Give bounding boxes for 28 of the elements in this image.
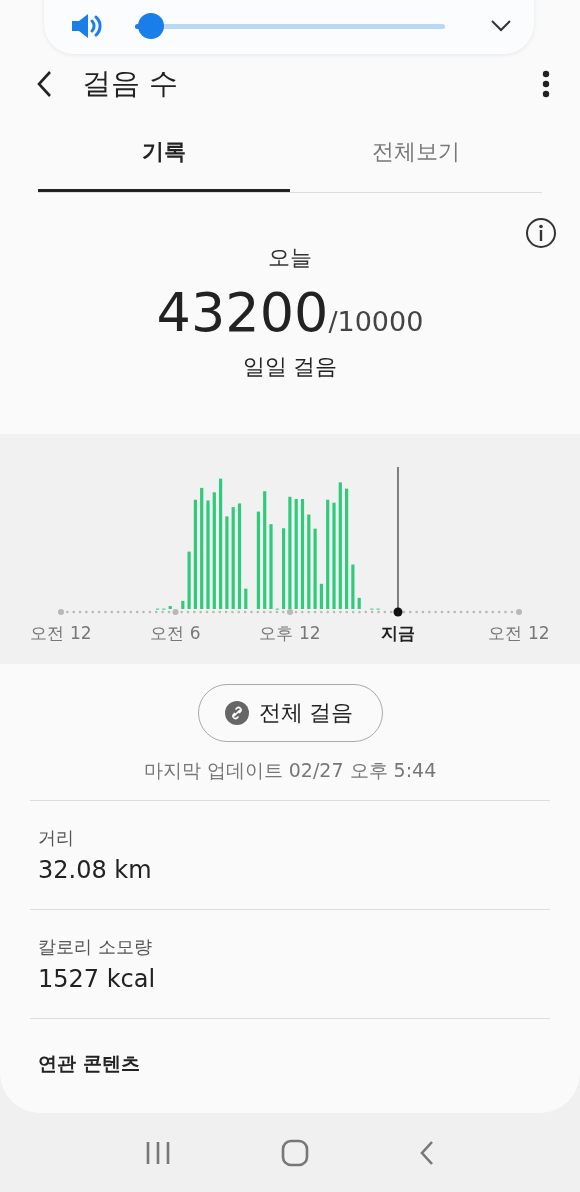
stat-label: 칼로리 소모량 bbox=[38, 935, 153, 959]
time-label: 오후 12 bbox=[259, 622, 321, 645]
time-label: 오전 6 bbox=[150, 622, 201, 645]
daily-steps-caption: 일일 걸음 bbox=[242, 353, 338, 381]
step-goal: /10000 bbox=[328, 306, 424, 337]
info-icon[interactable] bbox=[525, 217, 557, 249]
now-label: 지금 bbox=[381, 622, 415, 645]
step-count: 43200 bbox=[156, 281, 329, 344]
section-heading: 연관 콘텐츠 bbox=[38, 1052, 140, 1074]
time-label: 오전 12 bbox=[30, 622, 92, 645]
screen-title: 걸음 수 bbox=[82, 65, 180, 102]
time-label: 오전 12 bbox=[488, 622, 550, 645]
tab[interactable]: 기록 bbox=[38, 114, 290, 192]
stat-value: 32.08 km bbox=[38, 856, 153, 884]
speaker-icon[interactable] bbox=[70, 12, 104, 40]
back-icon[interactable] bbox=[36, 70, 52, 98]
stat-value: 1527 kcal bbox=[38, 965, 157, 993]
today-label: 오늘 bbox=[268, 244, 312, 272]
recent-apps-icon[interactable] bbox=[145, 1140, 171, 1165]
more-icon[interactable] bbox=[542, 70, 550, 98]
all-steps-button[interactable]: 전체 걸음 bbox=[197, 684, 383, 742]
tab[interactable]: 전체보기 bbox=[290, 114, 542, 192]
chevron-down-icon[interactable] bbox=[490, 19, 512, 33]
last-update-text: 마지막 업데이트 02/27 오후 5:44 bbox=[142, 758, 438, 783]
volume-thumb[interactable] bbox=[137, 13, 164, 39]
link-icon bbox=[224, 701, 249, 725]
home-icon[interactable] bbox=[281, 1138, 309, 1167]
stat-label: 거리 bbox=[38, 826, 75, 850]
